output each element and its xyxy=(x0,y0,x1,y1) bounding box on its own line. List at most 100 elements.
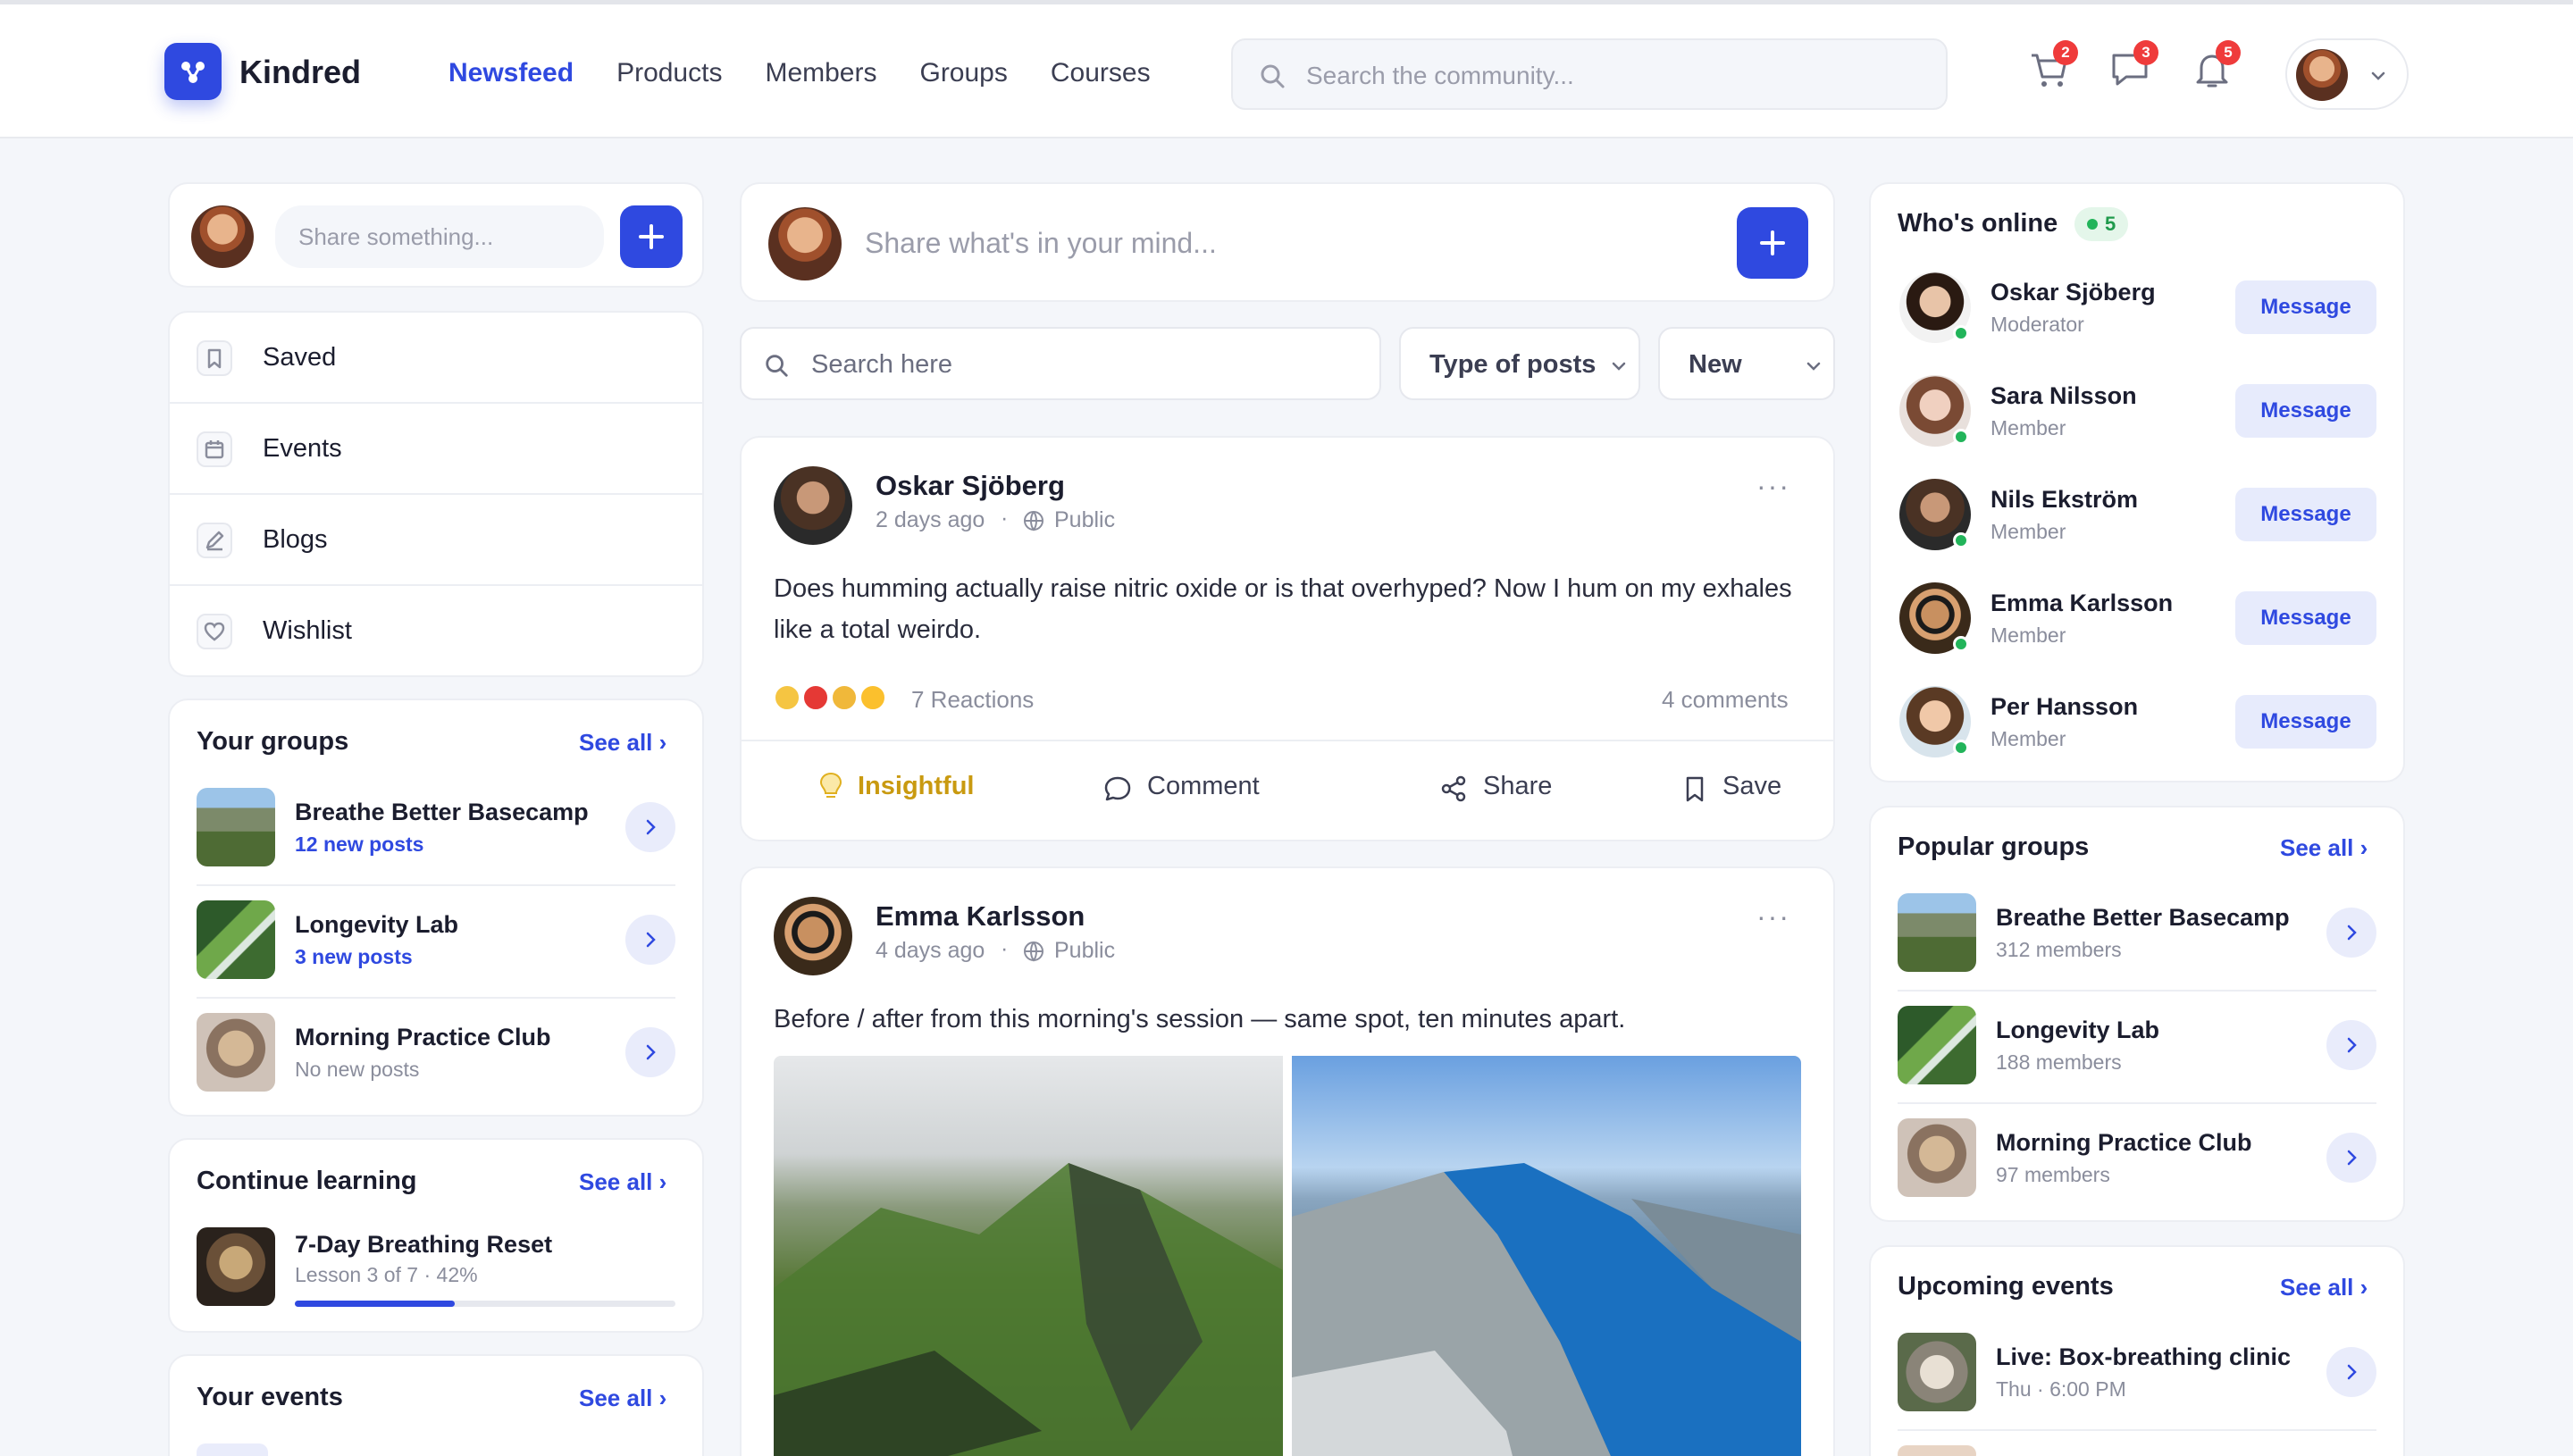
avatar[interactable] xyxy=(774,466,852,545)
post-author[interactable]: Emma Karlsson xyxy=(876,900,1085,933)
popular-groups-see-all[interactable]: See all › xyxy=(2280,834,2368,862)
continue-learning-see-all[interactable]: See all › xyxy=(579,1168,666,1196)
feed-search-input[interactable]: Search here xyxy=(811,350,952,380)
event-thumbnail xyxy=(1898,1333,1976,1411)
message-button[interactable]: Message xyxy=(2235,591,2376,645)
globe-icon xyxy=(1024,941,1043,962)
course-name[interactable]: 7-Day Breathing Reset xyxy=(295,1231,552,1259)
message-button[interactable]: Message xyxy=(2235,280,2376,334)
laugh-icon xyxy=(859,684,886,711)
nav-newsfeed[interactable]: Newsfeed xyxy=(448,58,574,88)
community-search[interactable]: Search the community... xyxy=(1231,38,1948,110)
nav-groups[interactable]: Groups xyxy=(919,58,1007,88)
group-open-button[interactable] xyxy=(2326,908,2376,958)
more-options-icon[interactable]: ··· xyxy=(1756,900,1790,933)
messages-badge: 3 xyxy=(2133,40,2158,65)
search-icon xyxy=(1261,64,1285,88)
post-image-before[interactable] xyxy=(774,1056,1283,1456)
post-composer-input[interactable]: Share what's in your mind... xyxy=(865,227,1217,260)
quick-composer-card: Share something... xyxy=(168,182,704,288)
post-image-after[interactable] xyxy=(1292,1056,1801,1456)
event-open-button[interactable] xyxy=(2326,1347,2376,1397)
your-groups-see-all[interactable]: See all › xyxy=(579,729,666,757)
message-button[interactable]: Message xyxy=(2235,695,2376,749)
course-progress-text: Lesson 3 of 7 · 42% xyxy=(295,1263,478,1286)
group-open-button[interactable] xyxy=(625,1027,675,1077)
online-status-dot xyxy=(1953,429,1969,445)
profile-menu-button[interactable] xyxy=(2285,38,2409,110)
your-groups-title: Your groups xyxy=(197,727,349,756)
menu-wishlist[interactable]: Wishlist xyxy=(170,586,702,675)
reaction-count[interactable]: 7 Reactions xyxy=(911,686,1034,714)
cart-badge: 2 xyxy=(2053,40,2078,65)
brand-name[interactable]: Kindred xyxy=(239,54,361,91)
share-button[interactable]: Share xyxy=(1438,761,1581,815)
post-type-select[interactable]: Type of posts xyxy=(1399,327,1640,400)
chevron-down-icon xyxy=(2371,71,2385,80)
lightbulb-icon xyxy=(819,772,842,798)
post-text: Before / after from this morning's sessi… xyxy=(774,1005,1626,1033)
upcoming-events-see-all[interactable]: See all › xyxy=(2280,1274,2368,1301)
group-open-button[interactable] xyxy=(2326,1020,2376,1070)
pencil-icon xyxy=(197,523,232,558)
post-composer-card: Share what's in your mind... xyxy=(740,182,1835,302)
nav-members[interactable]: Members xyxy=(765,58,876,88)
online-count-badge: 5 xyxy=(2074,207,2129,241)
logo-icon[interactable] xyxy=(164,43,222,100)
group-thumbnail xyxy=(1898,893,1976,972)
notifications-badge: 5 xyxy=(2216,40,2241,65)
group-open-button[interactable] xyxy=(2326,1133,2376,1183)
insightful-button[interactable]: Insightful xyxy=(817,761,1013,815)
avatar xyxy=(768,207,842,280)
your-events-see-all[interactable]: See all › xyxy=(579,1385,666,1412)
more-options-icon[interactable]: ··· xyxy=(1756,470,1790,503)
quick-share-input[interactable]: Share something... xyxy=(275,205,604,268)
menu-blogs[interactable]: Blogs xyxy=(170,495,702,586)
search-input[interactable]: Search the community... xyxy=(1306,62,1574,90)
globe-icon xyxy=(1024,511,1043,531)
bookmark-icon xyxy=(1686,776,1704,802)
comment-count[interactable]: 4 comments xyxy=(1662,686,1789,714)
avatar[interactable] xyxy=(774,897,852,975)
feed-search[interactable]: Search here xyxy=(740,327,1381,400)
continue-learning-card: Continue learning See all › 7-Day Breath… xyxy=(168,1138,704,1333)
save-button[interactable]: Save xyxy=(1681,761,1806,815)
nav-products[interactable]: Products xyxy=(616,58,722,88)
create-post-button[interactable] xyxy=(1737,207,1808,279)
comment-button[interactable]: Comment xyxy=(1102,761,1299,815)
course-progress-fill xyxy=(295,1301,455,1307)
chevron-down-icon xyxy=(1612,362,1626,371)
sort-select[interactable]: New xyxy=(1658,327,1835,400)
post-text: Does humming actually raise nitric oxide… xyxy=(774,574,1792,644)
group-thumbnail xyxy=(197,788,275,866)
popular-groups-card: Popular groups See all › Breathe Better … xyxy=(1869,806,2405,1222)
quick-add-button[interactable] xyxy=(620,205,683,268)
message-button[interactable]: Message xyxy=(2235,384,2376,438)
message-button[interactable]: Message xyxy=(2235,488,2376,541)
course-progress-bar xyxy=(295,1301,675,1307)
post-time: 2 days ago xyxy=(876,507,985,532)
group-thumbnail xyxy=(197,1013,275,1092)
post-author[interactable]: Oskar Sjöberg xyxy=(876,470,1065,502)
group-open-button[interactable] xyxy=(625,802,675,852)
continue-learning-title: Continue learning xyxy=(197,1167,417,1195)
search-icon xyxy=(766,355,788,377)
popular-groups-title: Popular groups xyxy=(1898,833,2090,861)
post-visibility: Public xyxy=(1054,507,1116,532)
heart-icon xyxy=(197,614,232,649)
upcoming-events-card: Upcoming events See all › Live: Box-brea… xyxy=(1869,1245,2405,1456)
bookmark-icon xyxy=(197,340,232,376)
menu-events[interactable]: Events xyxy=(170,404,702,495)
main-nav: Newsfeed Products Members Groups Courses xyxy=(448,58,1151,88)
online-status-dot xyxy=(1953,636,1969,652)
menu-saved[interactable]: Saved xyxy=(170,313,702,404)
nav-courses[interactable]: Courses xyxy=(1051,58,1151,88)
group-thumbnail xyxy=(1898,1118,1976,1197)
post-card: Emma Karlsson 4 days ago · Public ··· Be… xyxy=(740,866,1835,1456)
group-thumbnail xyxy=(197,900,275,979)
avatar xyxy=(2296,49,2348,101)
event-thumbnail xyxy=(1898,1445,1976,1456)
group-open-button[interactable] xyxy=(625,915,675,965)
whos-online-card: Who's online 5 Oskar Sjöberg Moderator M… xyxy=(1869,182,2405,782)
online-status-dot xyxy=(1953,740,1969,756)
